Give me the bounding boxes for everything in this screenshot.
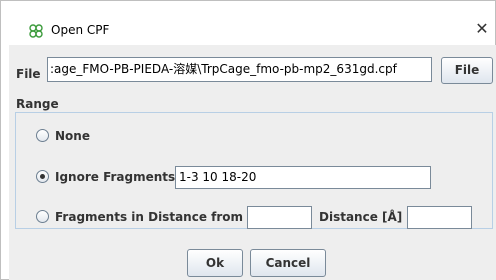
close-button[interactable]: ✕ — [471, 18, 493, 40]
open-cpf-dialog: Open CPF ✕ File :age_FMO-PB-PIEDA-溶媒\Trp… — [0, 0, 496, 280]
window-title: Open CPF — [51, 23, 110, 37]
none-label[interactable]: None — [55, 129, 90, 143]
fragments-in-distance-radio[interactable] — [36, 210, 49, 223]
file-browse-button[interactable]: File — [441, 57, 493, 84]
distance-from-input[interactable] — [247, 206, 312, 229]
file-label: File — [16, 67, 41, 81]
cancel-button[interactable]: Cancel — [250, 249, 326, 277]
ignore-fragments-radio[interactable] — [36, 170, 49, 183]
distance-label: Distance [Å] — [319, 210, 403, 224]
cluster-link-icon — [28, 23, 44, 39]
ok-button[interactable]: Ok — [187, 249, 243, 277]
fragments-in-distance-label[interactable]: Fragments in Distance from — [55, 210, 243, 224]
distance-value-input[interactable] — [407, 206, 472, 229]
ignore-fragments-label[interactable]: Ignore Fragments — [55, 170, 175, 184]
none-radio[interactable] — [36, 129, 49, 142]
range-label: Range — [16, 97, 59, 111]
ignore-fragments-input[interactable]: 1-3 10 18-20 — [175, 166, 431, 189]
title-bar: Open CPF ✕ — [1, 1, 495, 45]
file-path-field[interactable]: :age_FMO-PB-PIEDA-溶媒\TrpCage_fmo-pb-mp2_… — [47, 57, 432, 82]
